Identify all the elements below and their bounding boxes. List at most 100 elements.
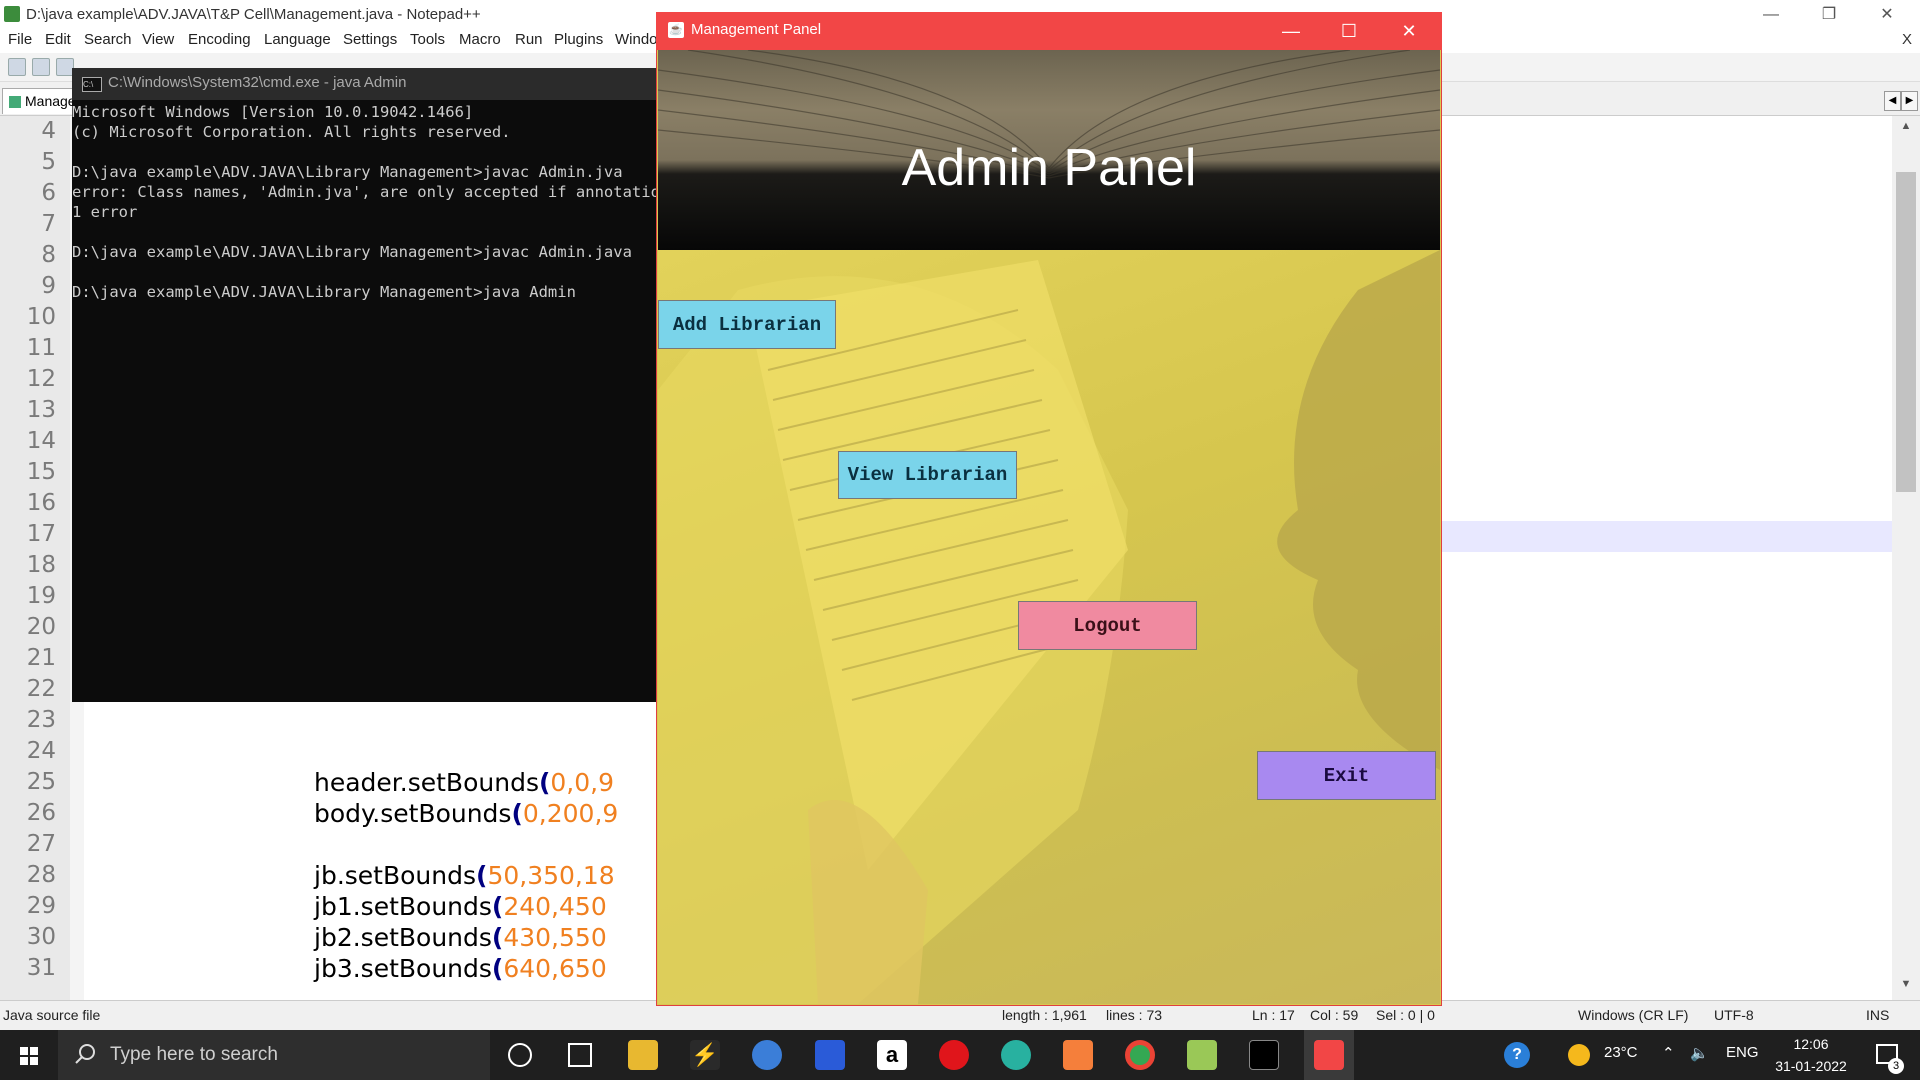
cmd-line: Microsoft Windows [Version 10.0.19042.14… — [72, 103, 474, 121]
clock-date[interactable]: 31-01-2022 — [1768, 1058, 1854, 1074]
cortana-icon[interactable] — [508, 1043, 532, 1067]
npp-window-title: D:\java example\ADV.JAVA\T&P Cell\Manage… — [26, 6, 481, 23]
logout-button[interactable]: Logout — [1018, 601, 1197, 650]
line-number: 23 — [26, 707, 56, 733]
view-librarian-button[interactable]: View Librarian — [838, 451, 1017, 499]
menu-encoding[interactable]: Encoding — [188, 31, 251, 48]
scroll-up-icon[interactable]: ▲ — [1896, 120, 1916, 136]
menu-run[interactable]: Run — [515, 31, 543, 48]
line-number: 24 — [26, 738, 56, 764]
code-line: jb3.setBounds(640,650 — [314, 954, 607, 983]
line-number: 8 — [41, 242, 56, 268]
status-sel: Sel : 0 | 0 — [1376, 1007, 1435, 1023]
line-number: 14 — [26, 428, 56, 454]
line-number: 10 — [26, 304, 56, 330]
speaker-icon[interactable]: 🔈 — [1690, 1044, 1709, 1062]
help-icon[interactable]: ? — [1504, 1042, 1530, 1068]
clock-time[interactable]: 12:06 — [1768, 1036, 1854, 1052]
cmd-line: D:\java example\ADV.JAVA\Library Managem… — [72, 243, 632, 261]
tab-label: Manage — [25, 93, 76, 109]
panel-close-icon[interactable]: ✕ — [1380, 12, 1438, 50]
panel-title: Management Panel — [691, 21, 822, 38]
search-icon — [74, 1043, 96, 1065]
chevron-up-icon[interactable]: ⌃ — [1662, 1044, 1675, 1062]
code-line: jb.setBounds(50,350,18 — [314, 861, 615, 890]
line-number: 30 — [26, 924, 56, 950]
close-document-icon[interactable]: X — [1902, 31, 1912, 48]
cmd-icon: C:\ — [82, 77, 102, 92]
line-number: 12 — [26, 366, 56, 392]
menu-view[interactable]: View — [142, 31, 174, 48]
edge-icon[interactable] — [1001, 1040, 1031, 1070]
cmd-taskbar-icon[interactable] — [1249, 1040, 1279, 1070]
line-number: 31 — [26, 955, 56, 981]
menu-search[interactable]: Search — [84, 31, 132, 48]
xampp-icon[interactable] — [1063, 1040, 1093, 1070]
menu-window[interactable]: Windo — [615, 31, 658, 48]
menu-macro[interactable]: Macro — [459, 31, 501, 48]
code-line: jb1.setBounds(240,450 — [314, 892, 607, 921]
line-number: 9 — [41, 273, 56, 299]
tab-scroll-right-icon[interactable]: ▶ — [1901, 91, 1918, 111]
line-number: 18 — [26, 552, 56, 578]
opera-icon[interactable] — [939, 1040, 969, 1070]
weather-temp[interactable]: 23°C — [1604, 1044, 1638, 1061]
panel-maximize-icon[interactable]: ☐ — [1320, 12, 1378, 50]
menu-tools[interactable]: Tools — [410, 31, 445, 48]
vs-app-icon[interactable] — [815, 1040, 845, 1070]
line-number: 15 — [26, 459, 56, 485]
bolt-app-icon[interactable]: ⚡ — [690, 1040, 720, 1070]
tab-scroll-left-icon[interactable]: ◀ — [1884, 91, 1901, 111]
line-number: 6 — [41, 180, 56, 206]
task-view-icon[interactable] — [568, 1043, 592, 1067]
line-number: 20 — [26, 614, 56, 640]
line-number: 13 — [26, 397, 56, 423]
code-line: header.setBounds(0,0,9 — [314, 768, 615, 797]
add-librarian-button[interactable]: Add Librarian — [658, 300, 836, 349]
line-number: 17 — [26, 521, 56, 547]
amazon-icon[interactable]: a — [877, 1040, 907, 1070]
chromium-icon[interactable] — [752, 1040, 782, 1070]
menu-plugins[interactable]: Plugins — [554, 31, 603, 48]
open-file-icon[interactable] — [32, 58, 50, 76]
line-number: 7 — [41, 211, 56, 237]
cmd-line: D:\java example\ADV.JAVA\Library Managem… — [72, 283, 576, 301]
status-lines: lines : 73 — [1106, 1007, 1163, 1023]
status-col: Col : 59 — [1310, 1007, 1359, 1023]
file-icon — [9, 96, 21, 109]
notepad-icon — [4, 6, 20, 22]
line-number: 4 — [41, 118, 56, 144]
code-line: jb2.setBounds(430,550 — [314, 923, 607, 952]
minimize-icon[interactable]: — — [1748, 0, 1794, 30]
search-placeholder: Type here to search — [110, 1044, 278, 1065]
language-indicator[interactable]: ENG — [1726, 1044, 1759, 1061]
chrome-icon[interactable] — [1125, 1040, 1155, 1070]
close-icon[interactable]: ✕ — [1864, 0, 1910, 30]
file-explorer-icon[interactable] — [628, 1040, 658, 1070]
status-encoding: UTF-8 — [1714, 1007, 1754, 1023]
menu-settings[interactable]: Settings — [343, 31, 397, 48]
scrollbar-thumb[interactable] — [1896, 172, 1916, 492]
status-file-type: Java source file — [3, 1007, 101, 1023]
java-taskbar-icon — [1314, 1040, 1344, 1070]
start-button[interactable] — [0, 1030, 56, 1080]
code-line: body.setBounds(0,200,9 — [314, 799, 619, 828]
line-number: 27 — [26, 831, 56, 857]
menu-edit[interactable]: Edit — [45, 31, 71, 48]
restore-icon[interactable]: ❐ — [1806, 0, 1852, 30]
line-number: 16 — [26, 490, 56, 516]
scroll-down-icon[interactable]: ▼ — [1896, 978, 1916, 994]
line-number: 22 — [26, 676, 56, 702]
notepadpp-taskbar-icon[interactable] — [1187, 1040, 1217, 1070]
status-ln: Ln : 17 — [1252, 1007, 1295, 1023]
menu-language[interactable]: Language — [264, 31, 331, 48]
menu-file[interactable]: File — [8, 31, 32, 48]
new-file-icon[interactable] — [8, 58, 26, 76]
line-number: 26 — [26, 800, 56, 826]
cmd-line: D:\java example\ADV.JAVA\Library Managem… — [72, 163, 623, 181]
panel-minimize-icon[interactable]: — — [1262, 12, 1320, 50]
line-number: 25 — [26, 769, 56, 795]
exit-button[interactable]: Exit — [1257, 751, 1436, 800]
cmd-title: C:\Windows\System32\cmd.exe - java Admin — [108, 74, 407, 91]
weather-icon[interactable] — [1568, 1044, 1590, 1066]
